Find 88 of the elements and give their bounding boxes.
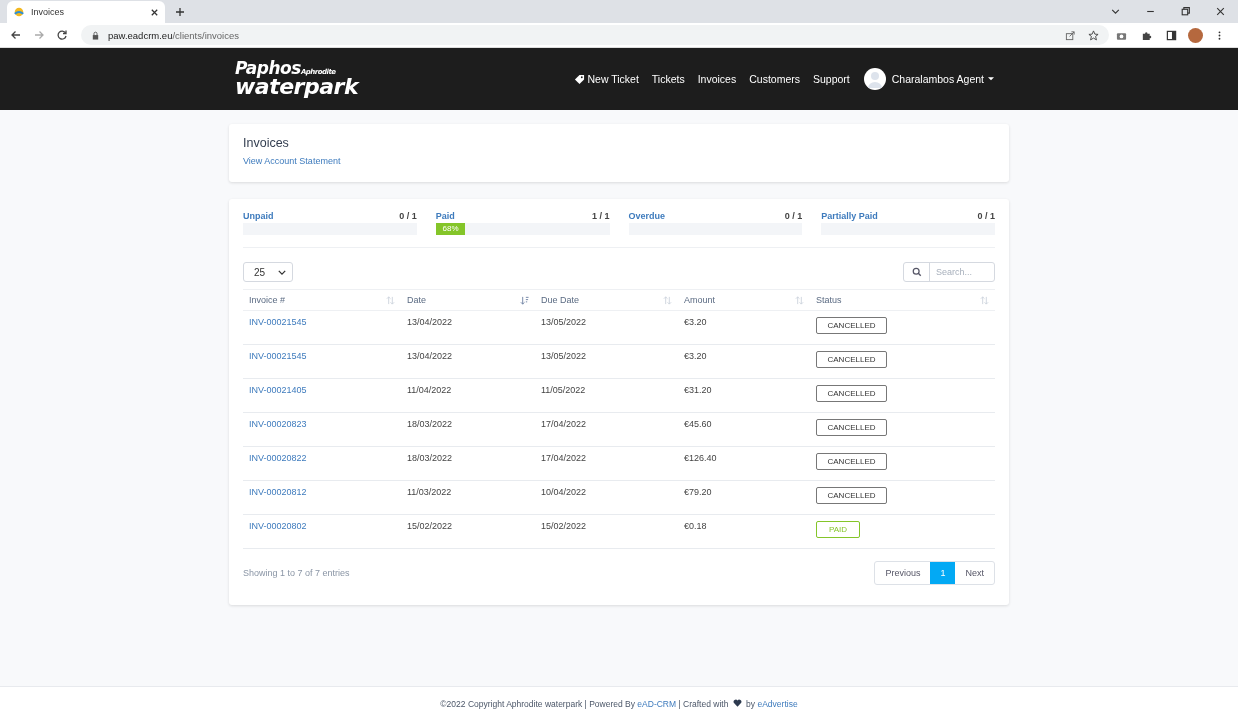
column-header[interactable]: Date	[407, 295, 426, 305]
sort-ascending-icon[interactable]	[520, 295, 529, 305]
invoice-link[interactable]: INV-00020822	[249, 453, 307, 463]
lock-icon	[91, 30, 100, 40]
table-cell: 15/02/2022	[541, 521, 587, 531]
table-cell: 17/04/2022	[541, 453, 587, 463]
nav-link[interactable]: Invoices	[697, 73, 737, 85]
stat-label[interactable]: Partially Paid	[821, 211, 878, 221]
entries-info: Showing 1 to 7 of 7 entries	[243, 568, 350, 578]
table-cell: 13/05/2022	[541, 317, 587, 327]
address-field[interactable]: paw.eadcrm.eu/clients/invoices	[81, 25, 1109, 45]
status-badge: CANCELLED	[816, 385, 887, 402]
status-badge: CANCELLED	[816, 317, 887, 334]
table-cell: €0.18	[684, 521, 707, 531]
stat-count: 1 / 1	[592, 211, 610, 221]
stat-label[interactable]: Unpaid	[243, 211, 274, 221]
invoice-link[interactable]: INV-00021545	[249, 317, 307, 327]
share-icon[interactable]	[1065, 29, 1076, 41]
table-cell: 13/05/2022	[541, 351, 587, 361]
table-cell: 10/04/2022	[541, 487, 587, 497]
pagination-button[interactable]: Next	[955, 562, 994, 584]
table-cell: €3.20	[684, 351, 707, 361]
table-cell: 15/02/2022	[407, 521, 453, 531]
status-badge: CANCELLED	[816, 487, 887, 504]
side-panel-icon[interactable]	[1166, 29, 1177, 41]
table-cell: 18/03/2022	[407, 453, 453, 463]
footer-link[interactable]: eAdvertise	[757, 698, 798, 709]
status-badge: CANCELLED	[816, 419, 887, 436]
column-header[interactable]: Due Date	[541, 295, 580, 305]
invoice-link[interactable]: INV-00020823	[249, 419, 307, 429]
table-cell: 11/05/2022	[541, 385, 586, 395]
back-icon[interactable]	[10, 29, 22, 41]
heart-icon	[732, 698, 742, 707]
table-cell: €45.60	[684, 419, 712, 429]
profile-avatar[interactable]	[1188, 27, 1203, 43]
statement-link[interactable]: View Account Statement	[243, 156, 341, 166]
table-cell: €79.20	[684, 487, 712, 497]
invoice-link[interactable]: INV-00021545	[249, 351, 307, 361]
invoice-link[interactable]: INV-00020802	[249, 521, 307, 531]
nav-link[interactable]: New Ticket	[574, 73, 639, 85]
search-icon	[911, 267, 922, 277]
column-header[interactable]: Status	[816, 295, 842, 305]
table-cell: 13/04/2022	[407, 351, 453, 361]
stat-count: 0 / 1	[977, 211, 995, 221]
pagination-button[interactable]: Previous	[875, 562, 931, 584]
column-header[interactable]: Invoice #	[249, 295, 286, 305]
favicon-icon	[13, 6, 25, 18]
invoice-link[interactable]: INV-00020812	[249, 487, 307, 497]
restore-icon[interactable]	[1180, 6, 1191, 17]
status-badge: CANCELLED	[816, 351, 887, 368]
invoice-link[interactable]: INV-00021405	[249, 385, 307, 395]
stat-count: 0 / 1	[399, 211, 417, 221]
status-badge: CANCELLED	[816, 453, 887, 470]
search-field[interactable]: Search...	[903, 262, 995, 282]
table-cell: 17/04/2022	[541, 419, 587, 429]
stat-label[interactable]: Overdue	[628, 211, 665, 221]
table-cell: 11/04/2022	[407, 385, 452, 395]
footer-text: ©2022 Copyright Aphrodite waterpark | Powered By eAD-CRM | Crafted with by eAdvertise	[440, 698, 798, 709]
search-input[interactable]: Search...	[930, 263, 994, 281]
chevron-down-icon	[278, 269, 286, 275]
caret-icon	[988, 77, 994, 81]
nav-link[interactable]: Support	[813, 73, 850, 85]
avatar-icon	[863, 68, 886, 90]
table-cell: €31.20	[684, 385, 712, 395]
table-cell: 13/04/2022	[407, 317, 453, 327]
browser-tab[interactable]: Invoices	[7, 1, 165, 23]
table-cell: 11/03/2022	[407, 487, 452, 497]
footer-link[interactable]: eAD-CRM	[637, 698, 677, 709]
table-cell: 18/03/2022	[407, 419, 453, 429]
user-menu[interactable]: Charalambos Agent	[891, 73, 994, 85]
stat-count: 0 / 1	[784, 211, 803, 221]
table-cell: €3.20	[684, 317, 707, 327]
puzzle-icon[interactable]	[1141, 29, 1152, 41]
ticket-icon	[574, 73, 586, 85]
nav-link[interactable]: Tickets	[651, 73, 685, 85]
new-tab-icon[interactable]	[175, 7, 185, 17]
stat-label[interactable]: Paid	[435, 211, 455, 221]
page-title: Invoices	[243, 136, 290, 150]
nav-link[interactable]: Customers	[749, 73, 800, 85]
star-icon[interactable]	[1088, 29, 1099, 41]
page-length-select[interactable]: 25	[243, 262, 293, 282]
close-icon[interactable]	[1215, 6, 1226, 17]
table-cell: €126.40	[684, 453, 717, 463]
column-header[interactable]: Amount	[684, 295, 716, 305]
close-icon[interactable]	[150, 7, 159, 17]
progress-fill: 68%	[435, 223, 466, 235]
status-badge: PAID	[816, 521, 860, 538]
reload-icon[interactable]	[56, 29, 68, 41]
